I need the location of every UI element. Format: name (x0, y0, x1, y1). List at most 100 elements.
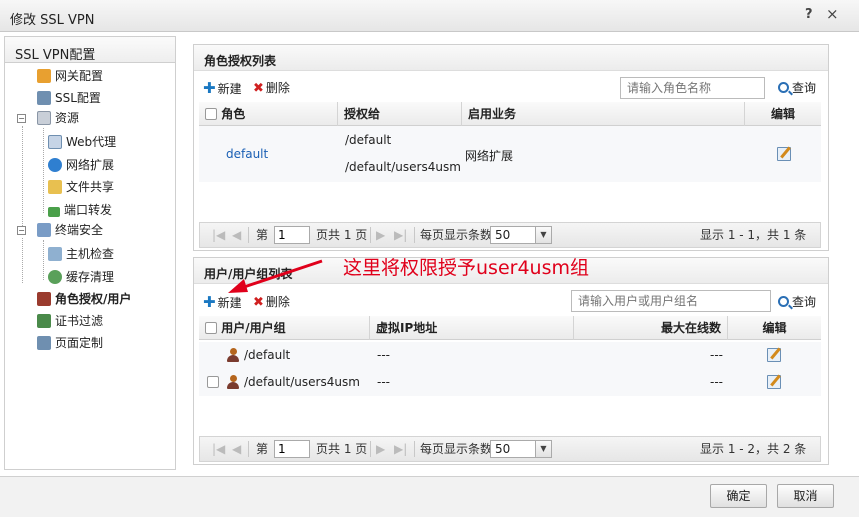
sidebar-item-file-share[interactable]: 文件共享 (48, 178, 114, 196)
user-search-input[interactable] (571, 290, 771, 312)
user-col-ip[interactable]: 虚拟IP地址 (370, 316, 574, 340)
edit-icon[interactable] (767, 375, 781, 389)
role-pager: |◀ ◀ 第 页共 1 页 ▶ ▶| 每页显示条数 50▼ 显示 1 - 1，共… (199, 222, 821, 248)
grant-to-default: /default (345, 133, 392, 147)
grant-to-users4usm: /default/users4usm (345, 160, 461, 174)
role-panel-title: 角色授权列表 (194, 45, 828, 71)
sidebar-item-resource[interactable]: 资源 (37, 109, 79, 127)
sidebar-item-network-extension[interactable]: 网络扩展 (48, 156, 114, 174)
help-icon[interactable]: ? (805, 7, 813, 22)
resource-icon (37, 111, 51, 125)
table-row[interactable]: default /default /default/users4usm 网络扩展 (199, 126, 821, 182)
last-page-icon[interactable]: ▶| (394, 437, 407, 461)
tree-line (43, 128, 44, 213)
user-pager-summary: 显示 1 - 2，共 2 条 (700, 442, 807, 456)
role-link[interactable]: default (226, 147, 268, 161)
annotation-text: 这里将权限授予user4usm组 (343, 257, 589, 279)
last-page-icon[interactable]: ▶| (394, 223, 407, 247)
user-query-button[interactable]: 查询 (778, 291, 816, 313)
user-per-page-select[interactable]: 50 ▼ (490, 440, 552, 458)
delete-icon: ✖ (253, 81, 264, 96)
enabled-service: 网络扩展 (465, 149, 514, 163)
sidebar-item-role-user[interactable]: 角色授权/用户 (37, 290, 131, 308)
sidebar-item-ssl-config[interactable]: SSL配置 (37, 89, 101, 107)
tree-line (43, 240, 44, 280)
plus-icon: ✚ (203, 293, 216, 311)
window-titlebar: 修改 SSL VPN ? × (0, 0, 859, 32)
user-col-max[interactable]: 最大在线数 (574, 316, 728, 340)
user-group-icon (226, 348, 240, 362)
prev-page-icon[interactable]: ◀ (232, 437, 241, 461)
next-page-icon[interactable]: ▶ (376, 223, 385, 247)
virtual-ip: --- (377, 375, 390, 389)
role-col-service[interactable]: 启用业务 (462, 102, 745, 126)
first-page-icon[interactable]: |◀ (212, 223, 225, 247)
ok-button[interactable]: 确定 (710, 484, 767, 508)
prev-page-icon[interactable]: ◀ (232, 223, 241, 247)
edit-icon[interactable] (767, 348, 781, 362)
virtual-ip: --- (377, 348, 390, 362)
sidebar-item-port-forward[interactable]: 端口转发 (48, 201, 112, 219)
sidebar-item-cache-clean[interactable]: 缓存清理 (48, 268, 114, 286)
ssl-config-icon (37, 91, 51, 105)
host-check-icon (48, 247, 62, 261)
sidebar-item-endpoint-security[interactable]: 终端安全 (37, 221, 103, 239)
role-table: 角色 授权给 启用业务 编辑 default /default /default… (199, 102, 821, 182)
select-all-checkbox[interactable] (205, 322, 217, 334)
resource-collapse-toggle[interactable]: − (17, 114, 26, 123)
max-online: --- (710, 375, 723, 389)
role-search-input[interactable] (620, 77, 765, 99)
plus-icon: ✚ (203, 79, 216, 97)
user-page-input[interactable] (274, 440, 310, 458)
port-forward-icon (48, 207, 60, 217)
row-checkbox[interactable] (207, 376, 219, 388)
role-new-button[interactable]: ✚ 新建 (203, 77, 242, 99)
search-icon (778, 82, 789, 93)
close-icon[interactable]: × (826, 5, 839, 23)
user-table-header: 用户/用户组 虚拟IP地址 最大在线数 编辑 (199, 316, 821, 340)
search-icon (778, 296, 789, 307)
file-share-icon (48, 180, 62, 194)
role-col-role[interactable]: 角色 (199, 102, 338, 126)
chevron-down-icon: ▼ (535, 441, 551, 457)
cache-clean-icon (48, 270, 62, 284)
select-all-checkbox[interactable] (205, 108, 217, 120)
role-col-grant[interactable]: 授权给 (338, 102, 462, 126)
sidebar-item-web-proxy[interactable]: Web代理 (48, 133, 116, 151)
role-query-button[interactable]: 查询 (778, 77, 816, 99)
user-group-icon (226, 375, 240, 389)
sidebar-item-gateway-config[interactable]: 网关配置 (37, 67, 103, 85)
endpoint-security-collapse-toggle[interactable]: − (17, 226, 26, 235)
role-user-icon (37, 292, 51, 306)
role-table-header: 角色 授权给 启用业务 编辑 (199, 102, 821, 126)
gateway-config-icon (37, 69, 51, 83)
table-row[interactable]: /default/users4usm --- --- (199, 368, 821, 396)
next-page-icon[interactable]: ▶ (376, 437, 385, 461)
sidebar-item-page-custom[interactable]: 页面定制 (37, 334, 103, 352)
web-proxy-icon (48, 135, 62, 149)
role-delete-button[interactable]: ✖ 删除 (253, 77, 290, 99)
edit-icon[interactable] (777, 147, 791, 161)
role-page-input[interactable] (274, 226, 310, 244)
user-col-name[interactable]: 用户/用户组 (199, 316, 370, 340)
user-table: 用户/用户组 虚拟IP地址 最大在线数 编辑 /default --- --- … (199, 316, 821, 396)
cancel-button[interactable]: 取消 (777, 484, 834, 508)
sidebar-header: SSL VPN配置 (5, 37, 175, 63)
cert-filter-icon (37, 314, 51, 328)
endpoint-security-icon (37, 223, 51, 237)
network-extension-icon (48, 158, 62, 172)
tree-line (22, 238, 23, 283)
role-per-page-select[interactable]: 50 ▼ (490, 226, 552, 244)
user-group-name: /default (226, 348, 290, 362)
first-page-icon[interactable]: |◀ (212, 437, 225, 461)
user-pager: |◀ ◀ 第 页共 1 页 ▶ ▶| 每页显示条数 50▼ 显示 1 - 2，共… (199, 436, 821, 462)
table-row[interactable]: /default --- --- (199, 342, 821, 368)
user-group-name: /default/users4usm (226, 375, 360, 389)
max-online: --- (710, 348, 723, 362)
sidebar-item-cert-filter[interactable]: 证书过滤 (37, 312, 103, 330)
annotation-arrow (228, 259, 323, 293)
page-custom-icon (37, 336, 51, 350)
sidebar-item-host-check[interactable]: 主机检查 (48, 245, 114, 263)
user-col-edit: 编辑 (762, 321, 787, 335)
chevron-down-icon: ▼ (535, 227, 551, 243)
